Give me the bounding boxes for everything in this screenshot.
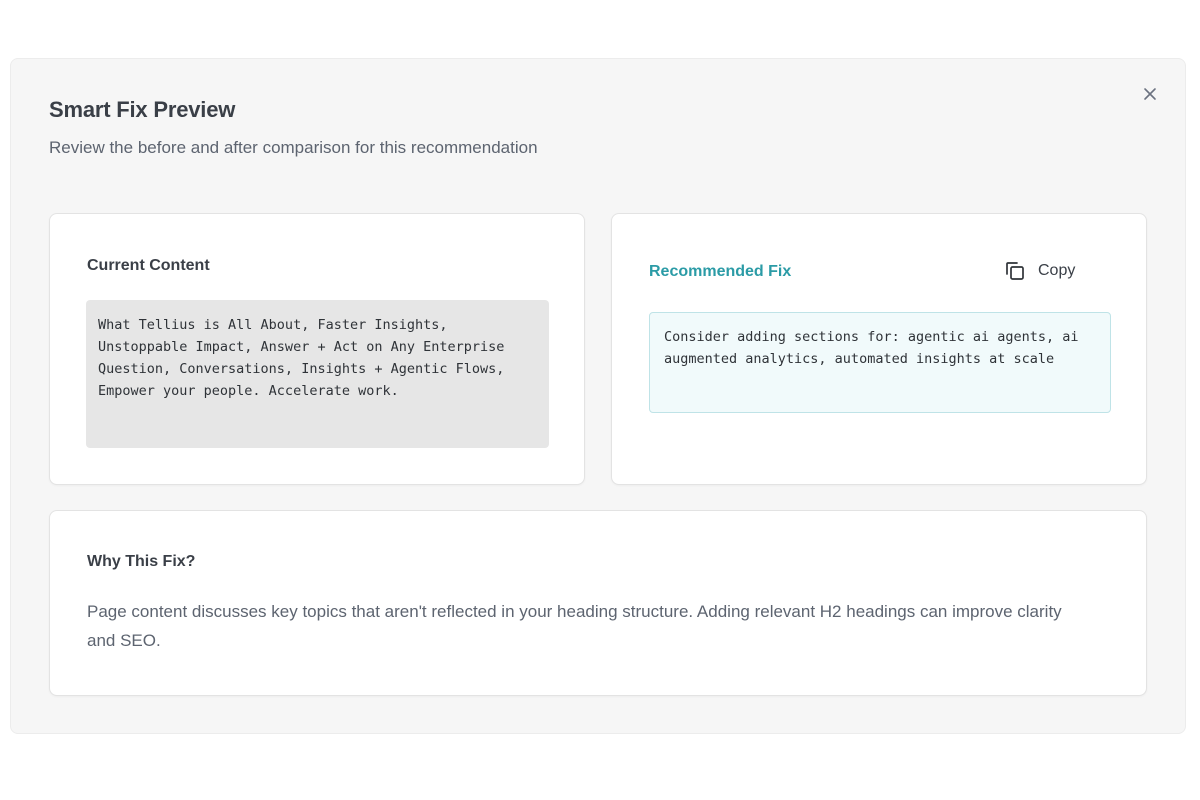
close-button[interactable] bbox=[1139, 83, 1161, 105]
close-icon bbox=[1144, 88, 1156, 100]
copy-icon bbox=[1006, 262, 1024, 280]
recommended-fix-text: Consider adding sections for: agentic ai… bbox=[649, 312, 1111, 413]
current-content-heading: Current Content bbox=[87, 257, 210, 274]
recommended-fix-card: Recommended Fix Copy Consider adding sec… bbox=[611, 213, 1147, 485]
smart-fix-dialog: Smart Fix Preview Review the before and … bbox=[10, 58, 1186, 734]
why-this-fix-heading: Why This Fix? bbox=[87, 553, 196, 570]
dialog-title: Smart Fix Preview bbox=[49, 97, 236, 122]
why-this-fix-card: Why This Fix? Page content discusses key… bbox=[49, 510, 1147, 696]
why-this-fix-text: Page content discusses key topics that a… bbox=[87, 602, 1062, 650]
current-content-text: What Tellius is All About, Faster Insigh… bbox=[86, 300, 549, 448]
copy-button[interactable]: Copy bbox=[1004, 260, 1075, 282]
current-content-card: Current Content What Tellius is All Abou… bbox=[49, 213, 585, 485]
copy-label: Copy bbox=[1038, 262, 1076, 279]
dialog-subtitle: Review the before and after comparison f… bbox=[49, 138, 538, 157]
recommended-fix-heading: Recommended Fix bbox=[649, 263, 792, 280]
